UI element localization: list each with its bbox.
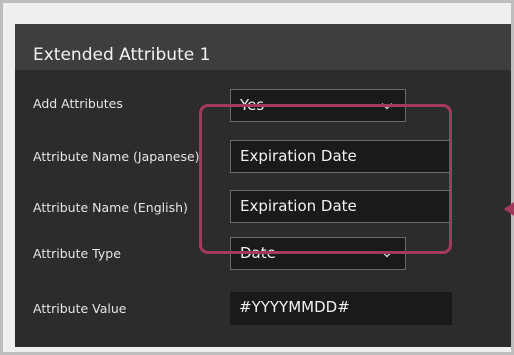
- annotation-highlight-box: [199, 104, 452, 254]
- attribute-name-english-label: Attribute Name (English): [33, 200, 188, 215]
- panel-header: Extended Attribute 1: [15, 24, 511, 70]
- attribute-value-field: #YYYYMMDD#: [230, 292, 452, 325]
- panel-title: Extended Attribute 1: [33, 45, 211, 65]
- add-attributes-label: Add Attributes: [33, 96, 123, 111]
- attribute-value-text: #YYYYMMDD#: [239, 298, 350, 316]
- callout-arrow-icon: [504, 202, 514, 216]
- attribute-name-japanese-label: Attribute Name (Japanese): [33, 149, 200, 164]
- attribute-type-label: Attribute Type: [33, 246, 121, 261]
- attribute-value-label: Attribute Value: [33, 301, 127, 316]
